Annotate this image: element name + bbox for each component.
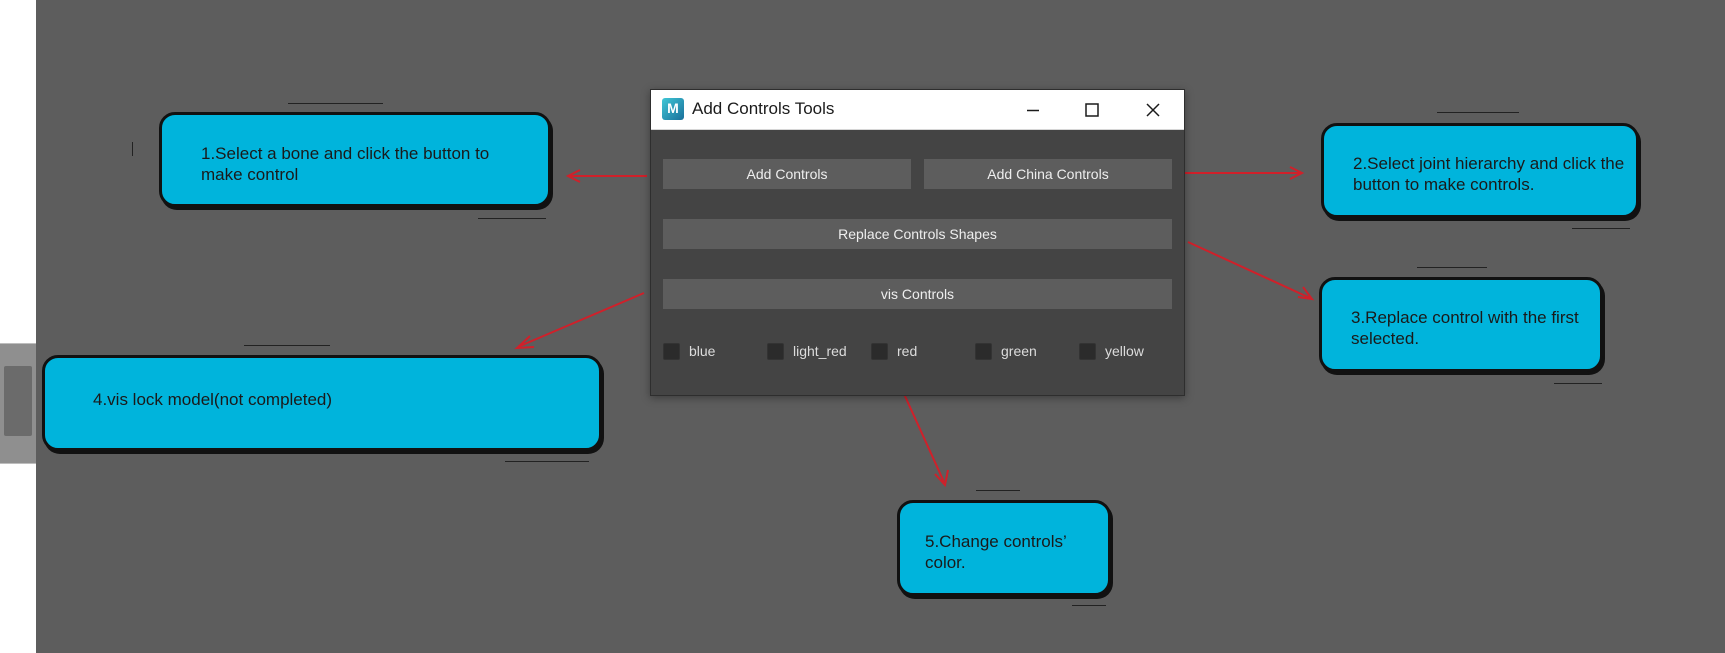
add-china-controls-button[interactable]: Add China Controls xyxy=(924,159,1172,189)
callout-3: 3.Replace control with the first selecte… xyxy=(1319,277,1603,372)
callout-4: 4.vis lock model(not completed) xyxy=(42,355,602,451)
close-button[interactable] xyxy=(1124,90,1182,129)
title-bar: M Add Controls Tools xyxy=(651,90,1184,130)
sketch-mark xyxy=(1072,605,1106,606)
arrow-4 xyxy=(514,292,645,350)
callout-1: 1.Select a bone and click the button to … xyxy=(159,112,551,207)
maya-app-icon: M xyxy=(662,98,684,120)
sketch-mark xyxy=(244,345,330,346)
arrow-5 xyxy=(899,384,949,488)
maximize-button[interactable] xyxy=(1063,90,1121,129)
replace-controls-shapes-button[interactable]: Replace Controls Shapes xyxy=(663,219,1172,249)
window-title: Add Controls Tools xyxy=(692,99,835,118)
checkbox-blue[interactable]: blue xyxy=(663,341,715,361)
minimize-icon xyxy=(1027,109,1039,111)
sketch-mark xyxy=(976,490,1020,491)
arrow-3 xyxy=(1187,241,1315,301)
checkbox-light-red[interactable]: light_red xyxy=(767,341,847,361)
checkbox-box[interactable] xyxy=(767,342,784,360)
vis-controls-button[interactable]: vis Controls xyxy=(663,279,1172,309)
callout-2-text: 2.Select joint hierarchy and click the b… xyxy=(1353,154,1625,194)
sketch-mark xyxy=(1417,267,1487,268)
sketch-mark xyxy=(132,142,136,156)
checkbox-label: green xyxy=(1001,343,1037,359)
add-controls-tools-window: M Add Controls Tools Add Controls Add Ch… xyxy=(650,89,1185,396)
arrow-1 xyxy=(565,169,647,183)
callout-1-text: 1.Select a bone and click the button to … xyxy=(201,144,490,184)
sketch-mark xyxy=(1572,228,1630,229)
callout-5-text: 5.Change controls’ color. xyxy=(925,532,1067,572)
callout-3-text: 3.Replace control with the first selecte… xyxy=(1351,308,1579,348)
checkbox-box[interactable] xyxy=(871,342,888,360)
arrow-2 xyxy=(1174,166,1305,180)
checkbox-box[interactable] xyxy=(663,342,680,360)
sketch-mark xyxy=(288,103,383,104)
checkbox-label: blue xyxy=(689,343,716,359)
add-controls-button[interactable]: Add Controls xyxy=(663,159,911,189)
sketch-mark xyxy=(1437,112,1519,113)
checkbox-yellow[interactable]: yellow xyxy=(1079,341,1144,361)
checkbox-label: light_red xyxy=(793,343,847,359)
checkbox-label: red xyxy=(897,343,918,359)
checkbox-label: yellow xyxy=(1105,343,1144,359)
callout-4-text: 4.vis lock model(not completed) xyxy=(93,390,333,409)
maximize-icon xyxy=(1085,102,1099,117)
callout-5: 5.Change controls’ color. xyxy=(897,500,1111,596)
sketch-mark xyxy=(478,218,546,219)
minimize-button[interactable] xyxy=(1004,90,1062,129)
sketch-mark xyxy=(505,461,589,462)
sketch-mark xyxy=(1554,383,1602,384)
checkbox-red[interactable]: red xyxy=(871,341,917,361)
callout-2: 2.Select joint hierarchy and click the b… xyxy=(1321,123,1639,218)
checkbox-box[interactable] xyxy=(1079,342,1096,360)
checkbox-box[interactable] xyxy=(975,342,992,360)
checkbox-green[interactable]: green xyxy=(975,341,1037,361)
close-icon xyxy=(1146,102,1160,117)
